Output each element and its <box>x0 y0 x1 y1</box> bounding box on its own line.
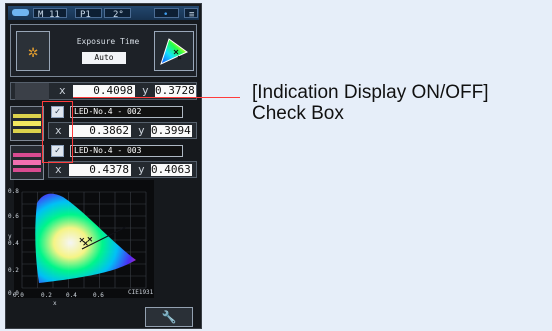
annotation-line-1: [Indication Display ON/OFF] <box>252 82 489 103</box>
checkbox-callout-line <box>73 97 240 98</box>
angle-text: 2° <box>113 10 124 20</box>
rainbow-triangle-icon <box>160 38 188 65</box>
checkbox-callout-highlight <box>42 101 73 163</box>
chromaticity-chart[interactable]: 0.8 0.6 0.4 0.2 0.0 0.0 0.2 0.4 0.6 y x … <box>8 180 154 307</box>
y-tick-02: 0.2 <box>8 267 19 274</box>
led-003-x-value: 0.4378 <box>69 164 131 176</box>
angle-cell[interactable]: 2° <box>104 8 131 20</box>
led-002-y-label: y <box>138 124 145 137</box>
battery-icon <box>12 9 29 16</box>
led-002-swatch[interactable] <box>10 106 44 141</box>
sun-icon[interactable]: ✲ <box>16 31 50 71</box>
led-003-name[interactable]: LED-No.4 - 003 <box>70 145 183 157</box>
led-003-y-value: 0.4063 <box>151 163 192 176</box>
wrench-button[interactable]: 🔧 <box>145 307 193 327</box>
exposure-panel: ✲ Exposure Time Auto <box>10 24 197 77</box>
mode-cell[interactable]: M 11 <box>33 8 67 20</box>
led-003-xy-row: x 0.4378 y 0.4063 <box>48 161 197 178</box>
status-bar: M 11 P1 2° • ≡ <box>8 6 199 20</box>
mode-text: M <box>38 10 44 20</box>
y-tick-06: 0.6 <box>8 213 19 220</box>
x-tick-00: 0.0 <box>13 292 24 299</box>
profile-cell[interactable]: P1 <box>75 8 102 20</box>
exposure-value[interactable]: Auto <box>82 52 126 64</box>
x-axis-label: x <box>53 300 57 307</box>
annotation-line-2: Check Box <box>252 103 344 124</box>
led-003-swatch[interactable] <box>10 145 44 180</box>
y-label: y <box>142 84 149 97</box>
light-cell[interactable]: • <box>154 8 179 20</box>
led-002-x-value: 0.3862 <box>69 125 131 137</box>
exposure-label: Exposure Time <box>76 37 140 46</box>
settings-cell[interactable]: ≡ <box>184 8 198 20</box>
light-icon: • <box>163 10 169 20</box>
y-tick-04: 0.4 <box>8 240 19 247</box>
led-002-name[interactable]: LED-No.4 - 002 <box>70 106 183 118</box>
primary-y-value: 0.3728 <box>155 84 196 97</box>
x-tick-02: 0.2 <box>41 292 52 299</box>
checkbox-annotation: [Indication Display ON/OFF] Check Box <box>252 82 552 124</box>
led-003-x-label: x <box>55 163 62 176</box>
chromaticity-icon[interactable] <box>154 31 194 71</box>
led-003-y-label: y <box>138 163 145 176</box>
x-label: x <box>59 84 66 97</box>
y-tick-08: 0.8 <box>8 188 19 195</box>
chromaticity-diagram <box>14 180 154 298</box>
x-tick-06: 0.6 <box>93 292 104 299</box>
cie-label: CIE1931 <box>128 289 154 296</box>
primary-swatch <box>15 83 49 100</box>
profile-text: P1 <box>80 10 91 20</box>
meter-screen: M 11 P1 2° • ≡ ✲ Exposure Time Auto x 0.… <box>5 3 202 329</box>
y-axis-label: y <box>8 233 12 240</box>
primary-x-value: 0.4098 <box>73 85 135 97</box>
mode-number: 11 <box>49 10 60 20</box>
x-tick-04: 0.4 <box>66 292 77 299</box>
menu-icon: ≡ <box>189 10 195 20</box>
led-002-y-value: 0.3994 <box>151 124 192 137</box>
